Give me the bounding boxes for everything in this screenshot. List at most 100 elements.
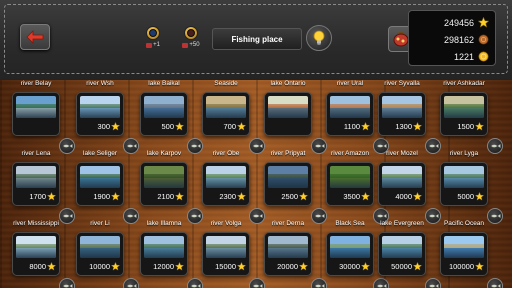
location-card[interactable]: river Mozel 4000 (374, 150, 441, 224)
location-frame (12, 92, 75, 154)
fish-icon (190, 143, 201, 149)
location-card[interactable]: river Syvalla 1300 (374, 80, 441, 154)
fish-info-button[interactable] (59, 278, 75, 288)
location-name: river Obe (212, 150, 240, 157)
location-photo (16, 96, 56, 118)
location-card[interactable]: river Mississippi 8000 (8, 220, 75, 288)
lightbulb-icon (313, 30, 325, 45)
currency-panel: 249456 298162 1221 (408, 10, 496, 66)
location-card[interactable]: river Amazon 3500 (322, 150, 389, 224)
location-price: 4000 (395, 192, 412, 201)
location-card[interactable]: lake Illamna 12000 (136, 220, 203, 288)
location-price: 300 (97, 122, 110, 131)
page-title: Fishing place (212, 28, 302, 50)
location-card[interactable]: lake Ontario (260, 80, 327, 154)
fish-icon (376, 283, 387, 288)
location-name: river Mozel (386, 150, 418, 157)
location-price: 700 (223, 122, 236, 131)
location-photo (444, 166, 484, 188)
fish-icon (252, 213, 263, 219)
fish-info-button[interactable] (311, 278, 327, 288)
location-card[interactable]: lake Karpov 2100 (136, 150, 203, 224)
location-frame: 1100 (326, 92, 389, 154)
top-bar: +1 +50 Fishing place 249456 298162 1221 (0, 0, 512, 80)
location-price: 10000 (89, 262, 110, 271)
stars-count: 249456 (443, 17, 474, 28)
location-card[interactable]: lake Seliger 1900 (72, 150, 139, 224)
location-frame (264, 92, 327, 154)
location-card[interactable]: river Lyga 5000 (436, 150, 503, 224)
location-card[interactable]: lake Evergreen 50000 (374, 220, 441, 288)
fish-info-button[interactable] (425, 278, 441, 288)
location-card[interactable]: river Derna 20000 (260, 220, 327, 288)
location-card[interactable]: Pacific Ocean 100000 (436, 220, 503, 288)
fish-icon (190, 283, 201, 288)
fish-icon (428, 143, 439, 149)
star-icon (175, 192, 184, 201)
location-card[interactable]: river Obe 2300 (198, 150, 265, 224)
location-name: river Li (90, 220, 110, 227)
location-card[interactable]: river Ural 1100 (322, 80, 389, 154)
location-name: lake Seliger (83, 150, 117, 157)
fish-icon (376, 143, 387, 149)
fish-icon (314, 213, 325, 219)
location-name: river Ashkadar (443, 80, 485, 87)
bronze-coin-icon (478, 34, 489, 45)
star-icon (111, 262, 120, 271)
location-frame: 30000 (326, 232, 389, 288)
star-icon (413, 262, 422, 271)
hint-button[interactable] (306, 25, 332, 51)
location-card[interactable]: river Li 10000 (72, 220, 139, 288)
fish-info-button[interactable] (373, 278, 389, 288)
star-icon (175, 122, 184, 131)
location-card[interactable]: lake Baikal 500 (136, 80, 203, 154)
fish-info-button[interactable] (123, 278, 139, 288)
location-card[interactable]: Black Sea 30000 (322, 220, 389, 288)
location-price: 2100 (157, 192, 174, 201)
location-price: 500 (161, 122, 174, 131)
location-price: 1700 (29, 192, 46, 201)
fish-info-button[interactable] (487, 278, 503, 288)
star-icon (361, 122, 370, 131)
star-icon (175, 262, 184, 271)
location-frame: 50000 (378, 232, 441, 288)
location-photo (444, 96, 484, 118)
star-icon (475, 192, 484, 201)
fish-icon (126, 283, 137, 288)
location-name: river Belay (20, 80, 52, 87)
location-photo (16, 166, 56, 188)
location-photo (80, 166, 120, 188)
fish-icon (314, 143, 325, 149)
star-icon (237, 192, 246, 201)
location-card[interactable]: river Belay (8, 80, 75, 154)
location-card[interactable]: river Lena 1700 (8, 150, 75, 224)
bait-icon (146, 26, 160, 40)
location-card[interactable]: river Wsh 300 (72, 80, 139, 154)
fish-info-button[interactable] (249, 278, 265, 288)
star-icon (237, 262, 246, 271)
fish-icon (490, 213, 501, 219)
location-name: lake Ontario (270, 80, 306, 87)
location-frame: 4000 (378, 162, 441, 224)
location-frame: 1300 (378, 92, 441, 154)
location-price: 30000 (339, 262, 360, 271)
location-price: 1500 (457, 122, 474, 131)
bait-token-1[interactable]: +1 (142, 26, 164, 54)
location-card[interactable]: river Pripyat 2500 (260, 150, 327, 224)
location-card[interactable]: river Ashkadar 1500 (436, 80, 503, 154)
star-icon (361, 192, 370, 201)
fish-icon (490, 283, 501, 288)
back-button[interactable] (20, 24, 50, 50)
location-name: river Mississippi (13, 220, 59, 227)
location-photo (206, 96, 246, 118)
location-name: lake Karpov (146, 150, 182, 157)
ad-icon (146, 42, 153, 48)
fish-info-button[interactable] (187, 278, 203, 288)
location-name: Seaside (214, 80, 238, 87)
location-card[interactable]: Seaside 700 (198, 80, 265, 154)
bait-token-2[interactable]: +50 (180, 26, 202, 54)
star-icon (413, 192, 422, 201)
location-card[interactable]: river Volga 15000 (198, 220, 265, 288)
fish-icon (314, 283, 325, 288)
location-name: lake Baikal (148, 80, 180, 87)
